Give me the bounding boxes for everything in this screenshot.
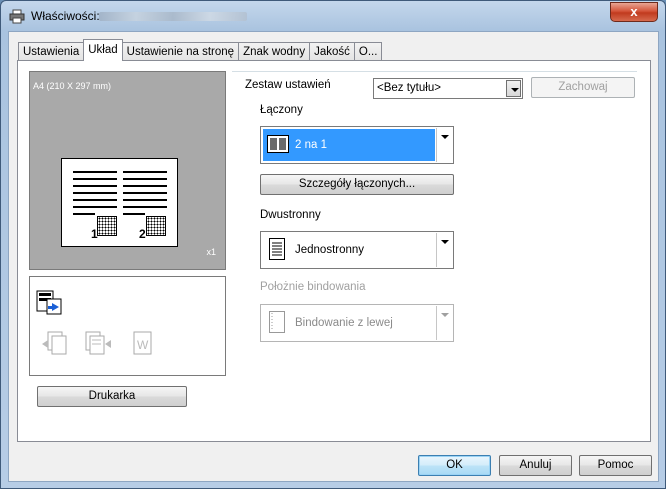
page-stamp-icon — [146, 216, 166, 236]
layout-panel: A4 (210 X 297 mm) 1 2 x1 W Drukarka Zest… — [17, 60, 651, 442]
preview-scale: x1 — [206, 247, 216, 257]
properties-dialog: Właściwości: x Ustawienia Układ Ustawien… — [0, 0, 666, 489]
preset-label: Zestaw ustawień — [245, 79, 331, 91]
svg-text:W: W — [137, 338, 149, 352]
page-number: 2 — [139, 227, 146, 241]
two-up-icon — [267, 135, 289, 153]
page-stamp-icon — [97, 216, 117, 236]
collate-icon[interactable] — [83, 330, 113, 358]
combine-select[interactable]: 2 na 1 — [260, 126, 454, 164]
preview-sheet: 1 2 — [61, 158, 178, 247]
single-sided-icon — [269, 238, 285, 260]
tab-settings[interactable]: Ustawienia — [18, 42, 85, 61]
tab-watermark[interactable]: Znak wodny — [238, 42, 311, 61]
page-number: 1 — [91, 227, 98, 241]
binding-select[interactable]: Bindowanie z lewej — [260, 304, 454, 342]
title-bar[interactable]: Właściwości: x — [1, 1, 665, 31]
duplex-value: Jednostronny — [295, 244, 365, 256]
tab-about[interactable]: O... — [353, 42, 383, 61]
binding-label: Położnie bindowania — [260, 281, 366, 293]
cancel-button[interactable]: Anuluj — [499, 455, 572, 476]
help-button[interactable]: Pomoc — [579, 455, 652, 476]
layout-preview: A4 (210 X 297 mm) 1 2 x1 — [29, 71, 226, 270]
paper-size-label: A4 (210 X 297 mm) — [33, 81, 112, 91]
binding-value: Bindowanie z lewej — [295, 317, 393, 329]
ok-button[interactable]: OK — [418, 455, 491, 476]
preset-value: <Bez tytułu> — [377, 82, 441, 94]
chevron-down-icon[interactable] — [436, 128, 452, 162]
chevron-down-icon[interactable] — [436, 233, 452, 267]
output-options-box: W — [29, 276, 226, 376]
tab-strip: Ustawienia Układ Ustawienie na stronę Zn… — [18, 39, 383, 61]
save-preset-button[interactable]: Zachowaj — [531, 77, 635, 98]
close-button[interactable]: x — [610, 2, 658, 22]
chevron-down-icon[interactable] — [506, 80, 521, 97]
combine-label: Łączony — [260, 104, 303, 116]
printer-icon — [9, 9, 25, 24]
printer-button[interactable]: Drukarka — [37, 386, 187, 407]
duplex-label: Dwustronny — [260, 209, 321, 221]
dialog-client: Ustawienia Układ Ustawienie na stronę Zn… — [8, 31, 659, 482]
window-title: Właściwości: — [31, 9, 100, 23]
watermark-icon[interactable]: W — [130, 330, 156, 358]
tab-page-setup[interactable]: Ustawienie na stronę — [121, 42, 240, 61]
combine-details-button[interactable]: Szczegóły łączonych... — [260, 174, 454, 195]
tab-layout[interactable]: Układ — [83, 39, 123, 61]
chevron-down-icon[interactable] — [436, 306, 452, 340]
redacted-printer-name — [99, 12, 247, 21]
copies-icon[interactable] — [40, 330, 70, 358]
duplex-select[interactable]: Jednostronny — [260, 231, 454, 269]
print-to-printer-icon[interactable] — [36, 290, 70, 316]
preset-select[interactable]: <Bez tytułu> — [373, 78, 523, 99]
tab-quality[interactable]: Jakość — [309, 42, 355, 61]
left-binding-icon — [269, 311, 285, 333]
